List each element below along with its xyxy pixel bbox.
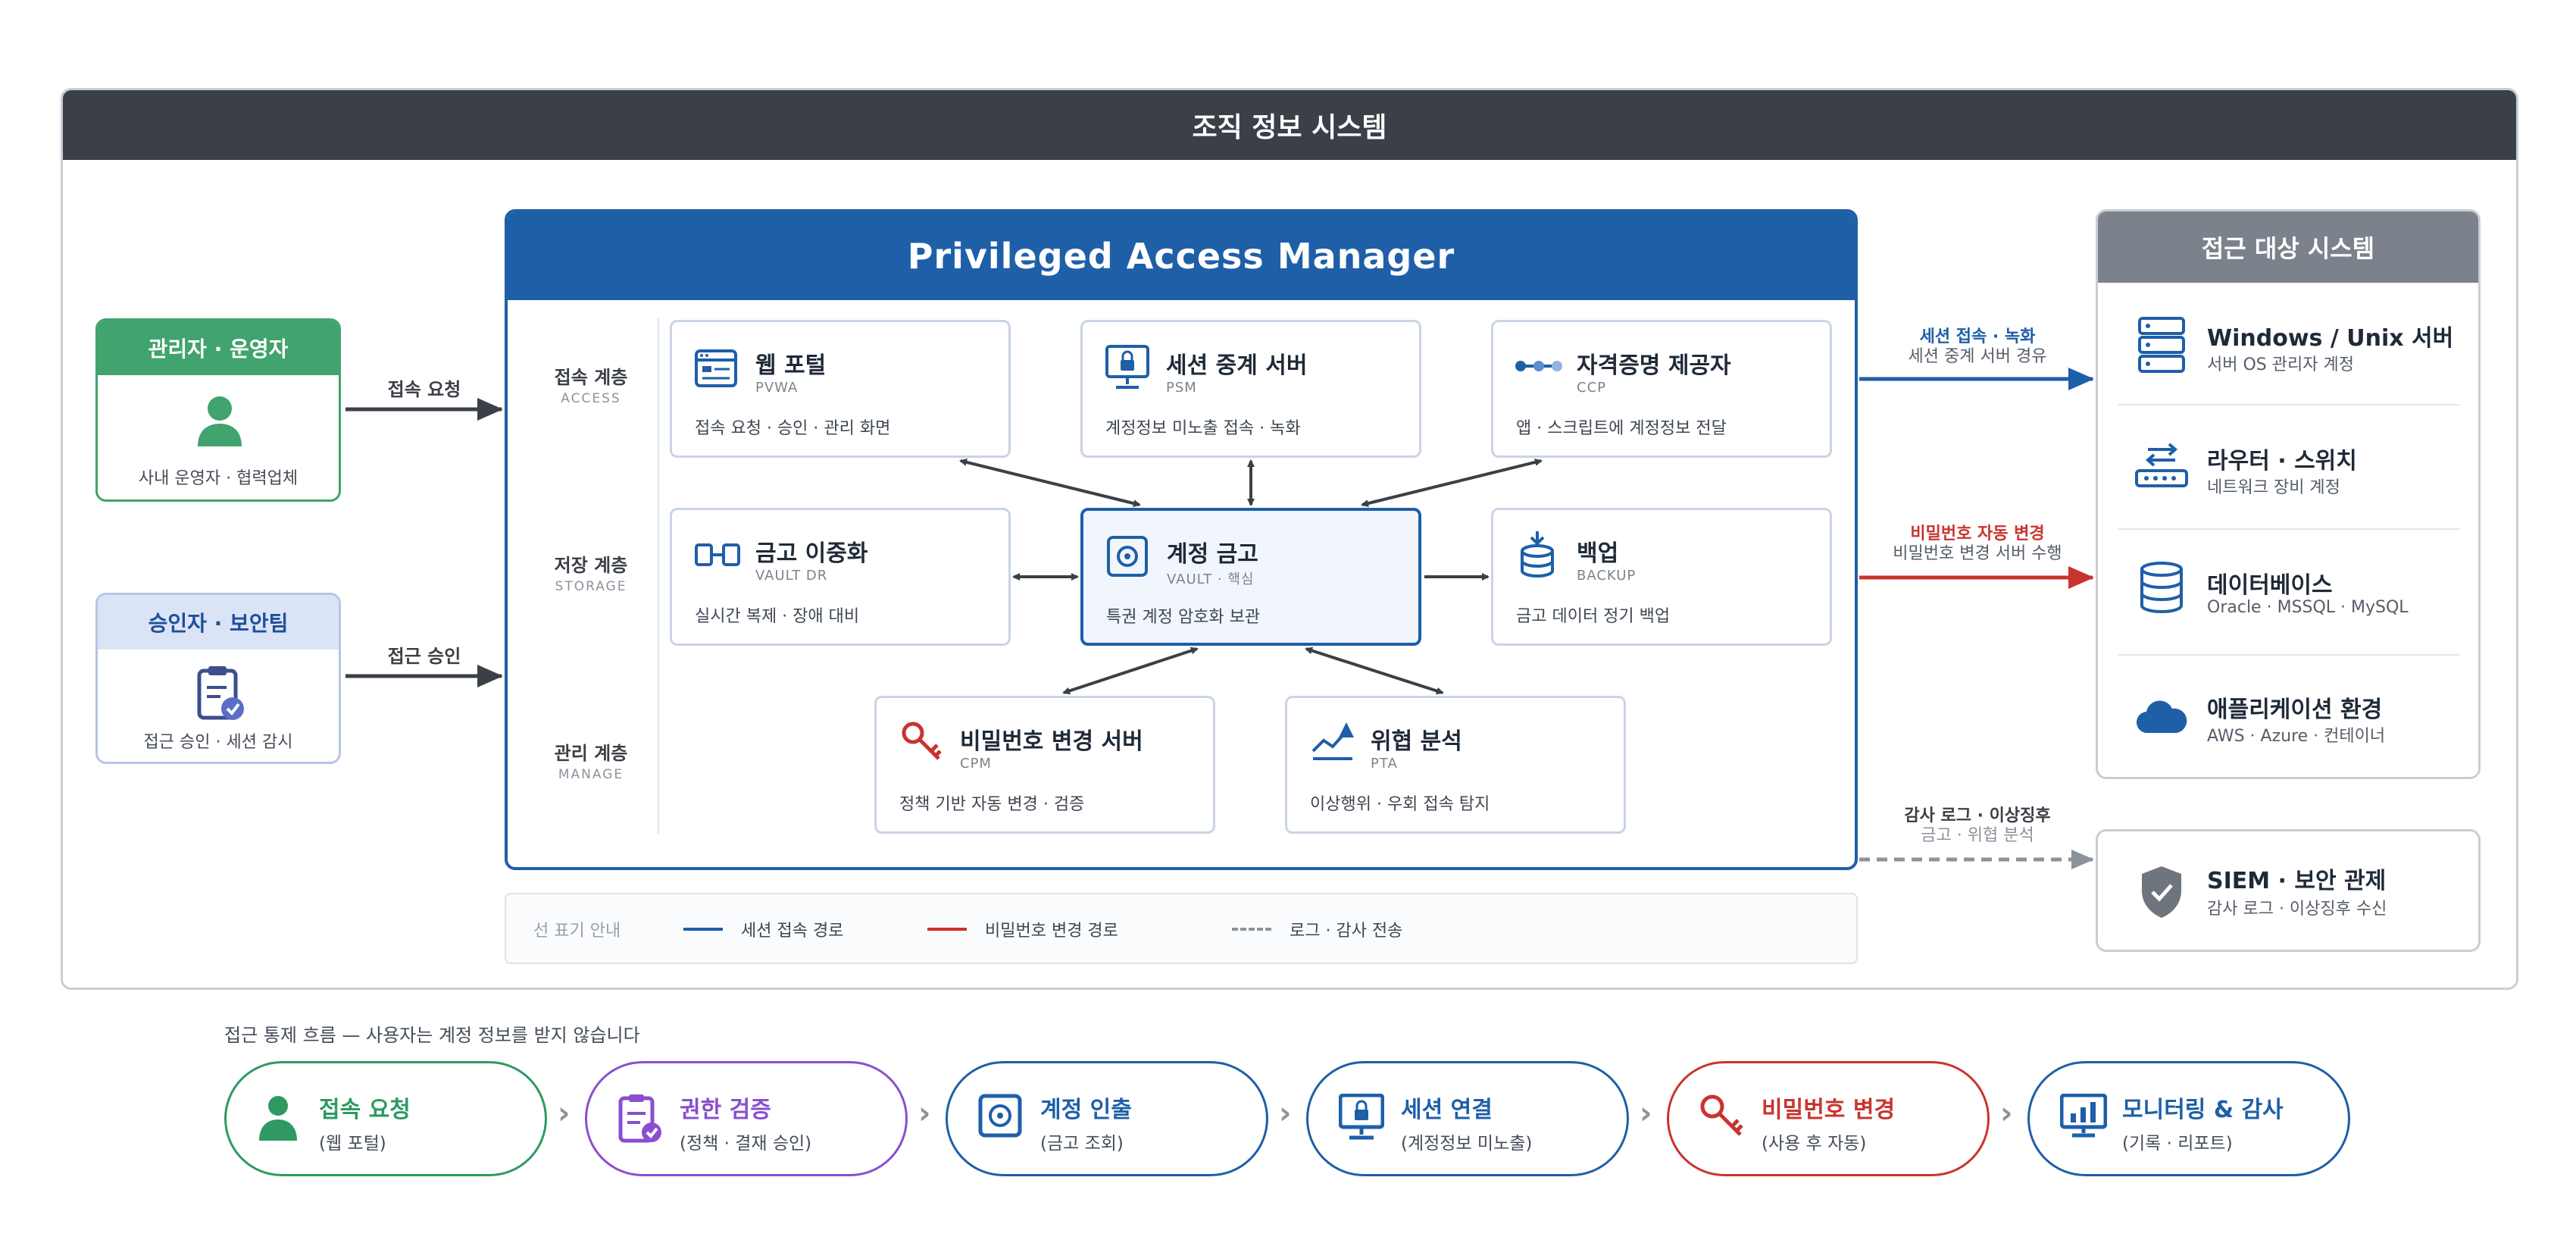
flow-step-title: 권한 검증 bbox=[680, 1097, 771, 1123]
chevron-right-icon: › bbox=[918, 1096, 931, 1131]
flow-step-desc: (웹 포털) bbox=[319, 1134, 386, 1154]
arrow-pvwa-vault bbox=[959, 459, 1141, 507]
flow-step-account-retrieval[interactable]: 계정 인출 (금고 조회) bbox=[946, 1061, 1268, 1176]
flow-step-desc: (금고 조회) bbox=[1040, 1134, 1124, 1154]
person-icon bbox=[259, 1096, 297, 1141]
flow-step-permission-check[interactable]: 권한 검증 (정책 · 결재 승인) bbox=[585, 1061, 908, 1176]
flow-step-title: 계정 인출 bbox=[1040, 1097, 1132, 1123]
flow-step-desc: (기록 · 리포트) bbox=[2122, 1134, 2233, 1154]
monitor-lock-icon bbox=[1339, 1094, 1384, 1140]
chevron-right-icon: › bbox=[558, 1096, 571, 1131]
arrow-vault-cpm bbox=[1062, 647, 1199, 695]
chevron-right-icon: › bbox=[1640, 1096, 1652, 1131]
flow-step-title: 모니터링 & 감사 bbox=[2122, 1097, 2284, 1123]
flow-step-desc: (사용 후 자동) bbox=[1762, 1134, 1867, 1154]
flow-step-title: 비밀번호 변경 bbox=[1762, 1097, 1896, 1123]
safe-vault-icon bbox=[978, 1094, 1022, 1138]
connector-arrows bbox=[345, 368, 2094, 869]
flow-step-access-request[interactable]: 접속 요청 (웹 포털) bbox=[224, 1061, 547, 1176]
flow-step-desc: (계정정보 미노출) bbox=[1401, 1134, 1533, 1154]
chevron-right-icon: › bbox=[1279, 1096, 1292, 1131]
flow-step-title: 접속 요청 bbox=[319, 1097, 411, 1123]
flow-step-session-connect[interactable]: 세션 연결 (계정정보 미노출) bbox=[1306, 1061, 1629, 1176]
arrow-ccp-vault bbox=[1361, 459, 1543, 507]
monitor-chart-icon bbox=[2060, 1094, 2107, 1138]
clipboard-check-icon bbox=[618, 1094, 661, 1143]
chevron-right-icon: › bbox=[2000, 1096, 2013, 1131]
flow-caption: 접근 통제 흐름 — 사용자는 계정 정보를 받지 않습니다 bbox=[224, 1025, 640, 1046]
flow-step-monitoring-audit[interactable]: 모니터링 & 감사 (기록 · 리포트) bbox=[2027, 1061, 2350, 1176]
flow-step-desc: (정책 · 결재 승인) bbox=[680, 1134, 812, 1154]
key-icon bbox=[1700, 1094, 1743, 1136]
flow-step-password-change[interactable]: 비밀번호 변경 (사용 후 자동) bbox=[1667, 1061, 1990, 1176]
flow-step-title: 세션 연결 bbox=[1401, 1097, 1493, 1123]
arrow-vault-pta bbox=[1305, 647, 1444, 695]
